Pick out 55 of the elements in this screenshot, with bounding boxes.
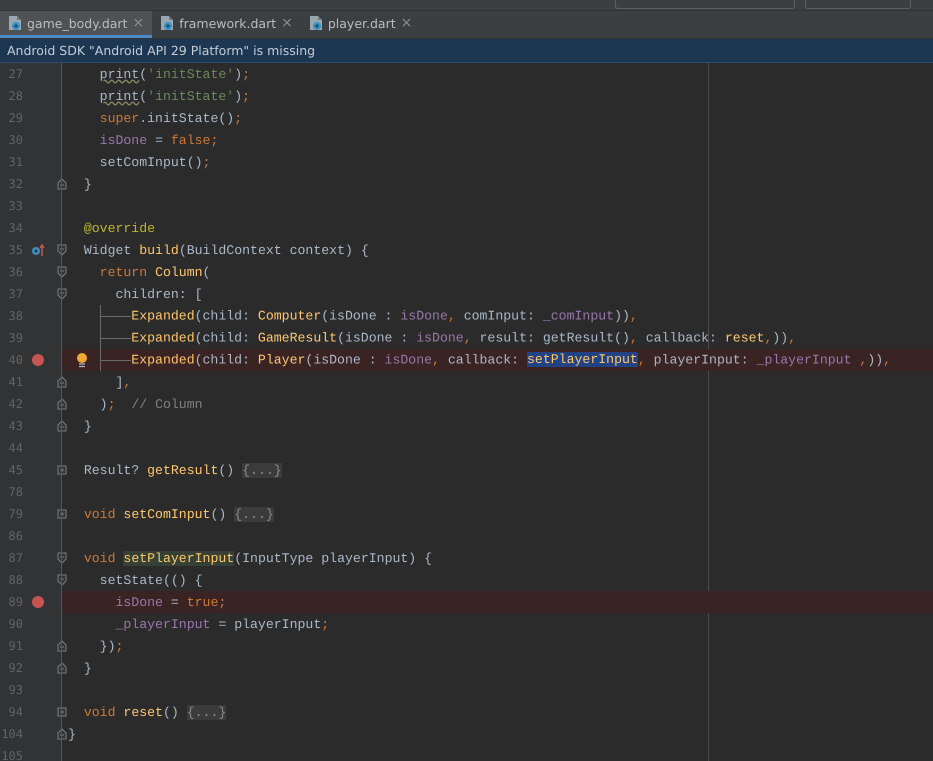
code-line: setComInput();	[98, 154, 210, 170]
fold-collapse-icon[interactable]	[57, 552, 67, 564]
code-line: print('initState');	[98, 88, 250, 104]
code-line: @override	[82, 220, 156, 236]
breakpoint-icon[interactable]	[31, 353, 45, 367]
code-line: ); // Column	[98, 396, 203, 412]
file-tab[interactable]: framework.dart ×	[152, 11, 301, 38]
fold-end-icon[interactable]	[57, 640, 67, 652]
code-line: Expanded(child: GameResult(isDone : isDone, result: getResult(), callback: reset,)),	[68, 327, 796, 349]
fold-collapse-icon[interactable]	[57, 288, 67, 300]
close-icon[interactable]: ×	[132, 15, 144, 31]
code-line: void setPlayerInput(InputType playerInput) {	[82, 550, 432, 566]
fold-end-icon[interactable]	[57, 662, 67, 674]
code-line: isDone = false;	[98, 132, 218, 148]
file-tab[interactable]: game_body.dart ×	[0, 11, 152, 38]
dart-file-icon	[8, 15, 22, 31]
fold-end-icon[interactable]	[57, 178, 67, 190]
code-line: print('initState');	[98, 66, 250, 82]
code-line: isDone = true;	[114, 594, 226, 610]
code-line: Expanded(child: Computer(isDone : isDone, comInput: _comInput)),	[68, 305, 638, 327]
code-line: children: [	[114, 286, 203, 302]
code-line: Result? getResult() {...}	[82, 462, 282, 478]
fold-expand-icon[interactable]	[57, 508, 67, 520]
breakpoint-icon[interactable]	[31, 595, 45, 609]
dart-file-icon	[308, 15, 323, 31]
fold-collapse-icon[interactable]	[57, 266, 67, 278]
fold-end-icon[interactable]	[57, 728, 67, 740]
code-line: void setComInput() {...}	[82, 506, 274, 522]
fold-end-icon[interactable]	[57, 420, 67, 432]
code-line: }	[82, 660, 92, 676]
code-line: });	[98, 638, 124, 654]
dart-file-icon	[160, 15, 174, 31]
code-line: _playerInput = playerInput;	[114, 616, 330, 632]
code-line: Widget build(BuildContext context) {	[82, 242, 369, 258]
notification-text: Android SDK "Android API 29 Platform" is missing	[7, 43, 316, 58]
code-line: setState(() {	[98, 572, 203, 588]
fold-collapse-icon[interactable]	[57, 574, 67, 586]
close-icon[interactable]: ×	[400, 15, 412, 31]
code-line: return Column(	[98, 264, 210, 280]
fold-end-icon[interactable]	[57, 376, 67, 388]
code-line: }	[82, 176, 92, 192]
code-line: Expanded(child: Player(isDone : isDone, callback: setPlayerInput, playerInput: _playerInput ,)),	[68, 349, 892, 371]
code-line: ],	[114, 374, 132, 390]
code-line: }	[82, 418, 92, 434]
code-line: super.initState();	[98, 110, 242, 126]
fold-end-icon[interactable]	[57, 398, 67, 410]
close-icon[interactable]: ×	[281, 15, 293, 31]
lightbulb-icon	[76, 352, 88, 368]
code-line: }	[68, 726, 76, 742]
file-tab[interactable]: player.dart ×	[300, 11, 420, 38]
fold-expand-icon[interactable]	[57, 464, 67, 476]
fold-expand-icon[interactable]	[57, 706, 67, 718]
fold-collapse-icon[interactable]	[57, 244, 67, 256]
code-line: void reset() {...}	[82, 704, 226, 720]
override-icon	[31, 243, 45, 257]
